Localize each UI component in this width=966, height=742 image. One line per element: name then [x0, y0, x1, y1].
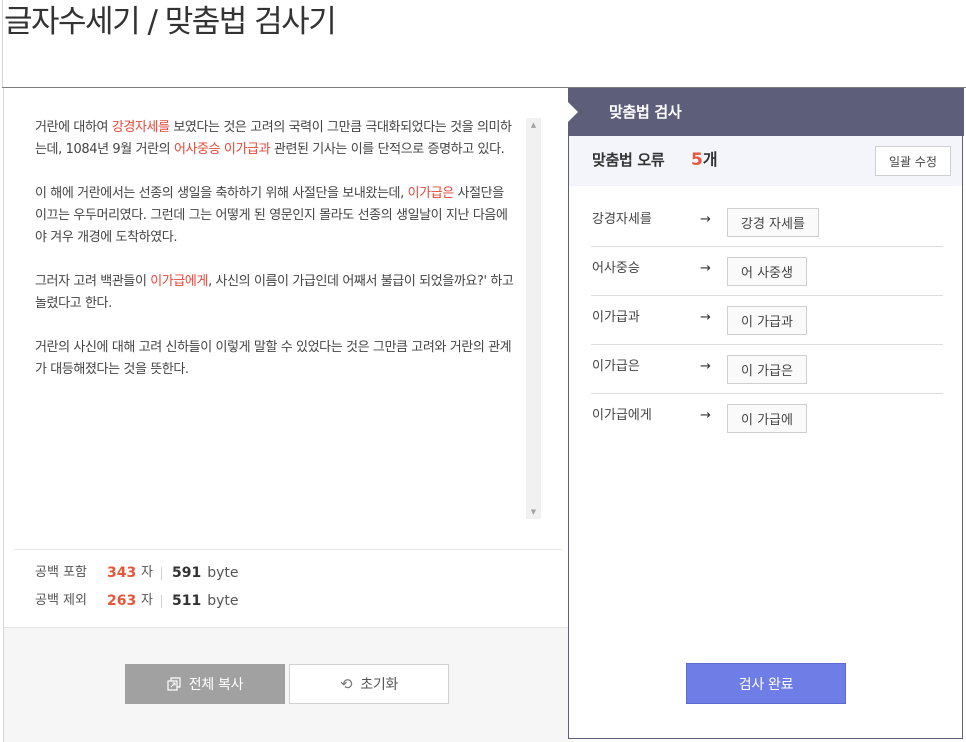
editor-content[interactable]: 거란에 대하여 강경자세를 보였다는 것은 고려의 국력이 그만큼 극대화되었다…: [35, 117, 519, 403]
suggestion-button[interactable]: 이 가급과: [727, 306, 807, 335]
arrow-right-icon: →: [700, 359, 711, 374]
char-count: 343: [107, 565, 137, 581]
spellcheck-panel: 맞춤법 검사 맞춤법 오류 5개 일괄 수정 강경자세를 → 강경 자세를어사중승 →…: [568, 88, 964, 739]
char-unit: 자: [141, 593, 153, 608]
stat-separator: [161, 566, 162, 580]
suggestion-button[interactable]: 이 가급에: [727, 404, 807, 433]
correction-row: 이가급과 → 이 가급과: [591, 296, 943, 345]
correction-row: 어사중승 → 어 사중생: [591, 247, 943, 296]
correction-row: 강경자세를 → 강경 자세를: [591, 198, 943, 247]
scroll-down-arrow-icon[interactable]: ▼: [526, 505, 541, 519]
original-word: 어사중승: [592, 261, 640, 276]
frame-border: [2, 0, 3, 88]
text-segment: 관련된 기사는 이를 단적으로 증명하고 있다.: [270, 142, 505, 157]
byte-count: 511: [172, 593, 202, 609]
suggestion-button[interactable]: 어 사중생: [727, 257, 807, 286]
arrow-right-icon: →: [700, 212, 711, 227]
editor-paragraph: 그러자 고려 백관들이 이가급에게, 사신의 이름이 가급인데 어째서 불급이 …: [35, 271, 519, 315]
text-segment: 그러자 고려 백관들이: [35, 274, 151, 289]
error-count-unit: 개: [702, 150, 718, 169]
check-complete-button[interactable]: 검사 완료: [686, 663, 846, 704]
error-highlight[interactable]: 강경자세를: [112, 120, 170, 135]
copy-all-label: 전체 복사: [188, 677, 244, 693]
action-bar: 전체 복사 ⟲ 초기화: [4, 627, 570, 742]
byte-unit: byte: [207, 565, 239, 581]
text-editor[interactable]: 거란에 대하여 강경자세를 보였다는 것은 고려의 국력이 그만큼 극대화되었다…: [4, 88, 570, 550]
error-highlight[interactable]: 이가급은: [408, 186, 455, 201]
reset-label: 초기화: [360, 677, 399, 693]
arrow-right-icon: →: [700, 408, 711, 423]
suggestion-button[interactable]: 이 가급은: [727, 355, 807, 384]
spellcheck-title: 맞춤법 검사: [609, 103, 682, 121]
correction-row: 이가급은 → 이 가급은: [591, 345, 943, 394]
byte-count: 591: [172, 565, 202, 581]
scroll-up-arrow-icon[interactable]: ▲: [526, 118, 541, 132]
copy-all-button[interactable]: 전체 복사: [125, 664, 285, 704]
byte-unit: byte: [207, 593, 239, 609]
correction-list: 강경자세를 → 강경 자세를어사중승 → 어 사중생이가급과 → 이 가급과이가급은 → 이 가…: [591, 198, 943, 443]
error-count-number: 5: [691, 150, 703, 170]
original-word: 강경자세를: [592, 212, 652, 227]
editor-paragraph: 거란에 대하여 강경자세를 보였다는 것은 고려의 국력이 그만큼 극대화되었다…: [35, 117, 519, 161]
error-count: 5개: [691, 136, 718, 184]
editor-paragraph: 거란의 사신에 대해 고려 신하들이 이렇게 말할 수 있었다는 것은 그만큼 …: [35, 337, 519, 381]
stat-without-space: 공백 제외 263 자 511 byte: [35, 589, 239, 613]
reset-button[interactable]: ⟲ 초기화: [289, 664, 449, 704]
original-word: 이가급은: [592, 359, 640, 374]
error-label: 맞춤법 오류: [592, 151, 665, 169]
copy-icon: [167, 677, 181, 691]
original-word: 이가급과: [592, 310, 640, 325]
reset-icon: ⟲: [339, 674, 353, 693]
text-segment: 거란에 대하여: [35, 120, 112, 135]
original-word: 이가급에게: [592, 408, 652, 423]
suggestion-button[interactable]: 강경 자세를: [727, 208, 819, 237]
editor-paragraph: 이 해에 거란에서는 선종의 생일을 축하하기 위해 사절단을 보내왔는데, 이…: [35, 183, 519, 249]
stat-with-space: 공백 포함 343 자 591 byte: [35, 561, 239, 585]
stat-label: 공백 제외: [35, 593, 87, 608]
stat-label: 공백 포함: [35, 565, 87, 580]
char-unit: 자: [141, 565, 153, 580]
text-input-panel: 거란에 대하여 강경자세를 보였다는 것은 고려의 국력이 그만큼 극대화되었다…: [3, 88, 570, 742]
error-highlight[interactable]: 이가급에게: [150, 274, 208, 289]
page-title: 글자수세기 / 맞춤법 검사기: [4, 4, 337, 40]
header-notch: [568, 102, 578, 122]
editor-scrollbar[interactable]: ▲ ▼: [526, 118, 541, 519]
text-segment: 이 해에 거란에서는 선종의 생일을 축하하기 위해 사절단을 보내왔는데,: [35, 186, 408, 201]
spellcheck-header: 맞춤법 검사: [568, 88, 964, 136]
text-segment: 거란의 사신에 대해 고려 신하들이 이렇게 말할 수 있었다는 것은 그만큼 …: [35, 340, 512, 377]
char-count: 263: [107, 593, 137, 609]
fix-all-button[interactable]: 일괄 수정: [875, 146, 951, 176]
arrow-right-icon: →: [700, 261, 711, 276]
stat-separator: [161, 594, 162, 608]
error-highlight[interactable]: 어사중승 이가급과: [174, 142, 271, 157]
arrow-right-icon: →: [700, 310, 711, 325]
correction-row: 이가급에게 → 이 가급에: [591, 394, 943, 443]
stats-divider: [14, 549, 562, 550]
error-summary: 맞춤법 오류 5개 일괄 수정: [569, 136, 962, 186]
